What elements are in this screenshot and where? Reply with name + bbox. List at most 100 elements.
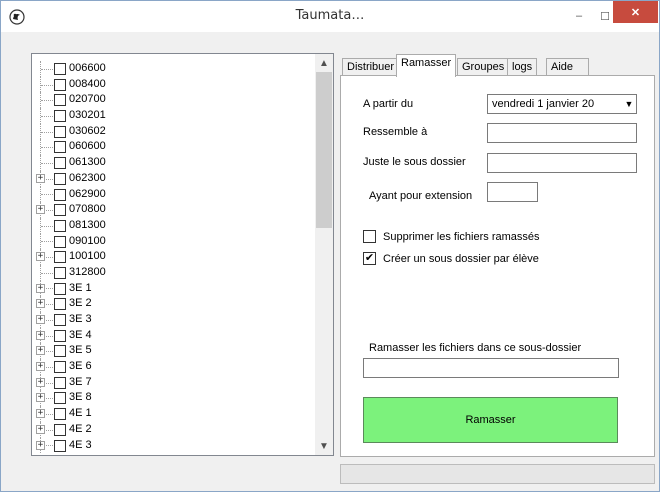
- tree-item-checkbox[interactable]: [54, 376, 66, 389]
- tree-item[interactable]: +3E 4: [32, 327, 315, 344]
- tree-item[interactable]: +3E 5: [32, 343, 315, 360]
- tree-item[interactable]: +3E 2: [32, 296, 315, 312]
- scroll-up-icon[interactable]: ▲: [315, 54, 333, 72]
- resembles-input[interactable]: [487, 123, 637, 143]
- tree-item[interactable]: 008400: [32, 76, 315, 93]
- expand-plus-icon[interactable]: +: [36, 362, 45, 372]
- tree-item[interactable]: 006600: [32, 61, 315, 77]
- tree-item-label: 4E 2: [69, 422, 92, 435]
- tree-item[interactable]: +3E 3: [32, 312, 315, 328]
- tree-item[interactable]: +3E 7: [32, 374, 315, 391]
- tree-item-checkbox[interactable]: [54, 63, 66, 75]
- title-bar[interactable]: Taumata… – ☐ ✕: [1, 1, 659, 32]
- tree-item[interactable]: +3E 6: [32, 359, 315, 375]
- tree-item-checkbox[interactable]: [54, 329, 66, 342]
- tree-item-checkbox[interactable]: [54, 392, 66, 405]
- main-window: Taumata… – ☐ ✕ 006600 008400 020700 030201 0…: [0, 0, 660, 492]
- tree-item[interactable]: +062300: [32, 170, 315, 187]
- tab-distribuer[interactable]: Distribuer: [342, 58, 400, 76]
- tree-item-checkbox[interactable]: [54, 345, 66, 358]
- expand-plus-icon[interactable]: +: [36, 393, 45, 403]
- tree-item[interactable]: 090100: [32, 233, 315, 250]
- tree-item-checkbox[interactable]: [54, 314, 66, 326]
- tree-item-checkbox[interactable]: [54, 78, 66, 91]
- tree-item-checkbox[interactable]: [54, 94, 66, 107]
- tree-item-checkbox[interactable]: [54, 204, 66, 217]
- expand-plus-icon[interactable]: +: [36, 299, 45, 309]
- tree-item[interactable]: 030602: [32, 123, 315, 140]
- ramasser-panel: A partir du vendredi 1 janvier 20 ▼ Ress…: [340, 75, 655, 457]
- tree-item-label: 030201: [69, 109, 106, 122]
- tree-item-checkbox[interactable]: [54, 141, 66, 154]
- tree-item-checkbox[interactable]: [54, 251, 66, 264]
- tree-item-label: 3E 8: [69, 391, 92, 404]
- expand-plus-icon[interactable]: +: [36, 330, 45, 340]
- tree-item[interactable]: 030201: [32, 108, 315, 124]
- tree-item[interactable]: 060600: [32, 139, 315, 156]
- create-subfolder-checkbox[interactable]: ✔: [363, 252, 376, 265]
- expand-plus-icon[interactable]: +: [36, 440, 45, 450]
- chevron-down-icon[interactable]: ▼: [622, 95, 636, 113]
- expand-plus-icon[interactable]: +: [36, 205, 45, 215]
- tree-item[interactable]: +4E 1: [32, 406, 315, 422]
- tree-item[interactable]: +3E 8: [32, 390, 315, 407]
- expand-plus-icon[interactable]: +: [36, 409, 45, 419]
- expand-plus-icon[interactable]: +: [36, 346, 45, 356]
- ramasser-button[interactable]: Ramasser: [363, 397, 618, 443]
- resembles-label: Ressemble à: [363, 126, 428, 138]
- delete-files-label: Supprimer les fichiers ramassés: [383, 231, 540, 243]
- scroll-thumb[interactable]: [316, 72, 332, 228]
- tab-ramasser[interactable]: Ramasser: [396, 54, 457, 77]
- tab-logs[interactable]: logs: [507, 58, 538, 76]
- tree-item-checkbox[interactable]: [54, 298, 66, 311]
- expand-plus-icon[interactable]: +: [36, 252, 45, 262]
- from-date-picker[interactable]: vendredi 1 janvier 20 ▼: [487, 94, 637, 114]
- tree-item-checkbox[interactable]: [54, 188, 66, 201]
- tree-item[interactable]: 061300: [32, 155, 315, 171]
- tree-line: [41, 225, 53, 227]
- tree-item-checkbox[interactable]: [54, 282, 66, 295]
- tree-item-checkbox[interactable]: [54, 219, 66, 232]
- subfolder-input[interactable]: [487, 153, 637, 173]
- tree-line: [41, 84, 53, 86]
- target-subfolder-input[interactable]: [363, 358, 619, 378]
- scroll-down-icon[interactable]: ▼: [315, 437, 333, 455]
- tree-item[interactable]: +4E 3: [32, 437, 315, 454]
- tree-item[interactable]: +070800: [32, 202, 315, 218]
- close-icon[interactable]: ✕: [613, 1, 658, 23]
- tree-item-label: 030602: [69, 124, 106, 137]
- tree-item-label: 070800: [69, 203, 106, 216]
- tree-line: [41, 272, 53, 274]
- tree-item-checkbox[interactable]: [54, 172, 66, 185]
- tree-item[interactable]: +100100: [32, 249, 315, 265]
- tree-item-checkbox[interactable]: [54, 408, 66, 421]
- expand-plus-icon[interactable]: +: [36, 283, 45, 293]
- tree-item[interactable]: +4E 2: [32, 421, 315, 438]
- tab-aide[interactable]: Aide: [546, 58, 589, 76]
- tree-item[interactable]: 020700: [32, 92, 315, 109]
- group-tree-view[interactable]: 006600 008400 020700 030201 030602 060600 0613…: [31, 53, 334, 456]
- extension-input[interactable]: [487, 182, 538, 202]
- delete-files-checkbox[interactable]: [363, 230, 376, 243]
- tree-scrollbar[interactable]: ▲ ▼: [315, 54, 333, 455]
- tree-item-checkbox[interactable]: [54, 157, 66, 170]
- tree-item-checkbox[interactable]: [54, 125, 66, 138]
- tree-item-checkbox[interactable]: [54, 235, 66, 248]
- minimize-icon[interactable]: –: [565, 5, 593, 27]
- tree-item[interactable]: 312800: [32, 264, 315, 281]
- tree-item-checkbox[interactable]: [54, 266, 66, 279]
- tree-item-label: 3E 5: [69, 344, 92, 357]
- tree-item-checkbox[interactable]: [54, 361, 66, 374]
- tree-item-label: 006600: [69, 62, 106, 74]
- tree-item[interactable]: +3E 1: [32, 280, 315, 297]
- tree-item-checkbox[interactable]: [54, 423, 66, 436]
- tree-item[interactable]: 062900: [32, 186, 315, 203]
- tab-groupes[interactable]: Groupes: [457, 58, 510, 76]
- expand-plus-icon[interactable]: +: [36, 173, 45, 183]
- tree-item-checkbox[interactable]: [54, 110, 66, 123]
- expand-plus-icon[interactable]: +: [36, 315, 45, 324]
- expand-plus-icon[interactable]: +: [36, 377, 45, 387]
- tree-item-checkbox[interactable]: [54, 439, 66, 452]
- expand-plus-icon[interactable]: +: [36, 424, 45, 434]
- tree-item[interactable]: 081300: [32, 217, 315, 234]
